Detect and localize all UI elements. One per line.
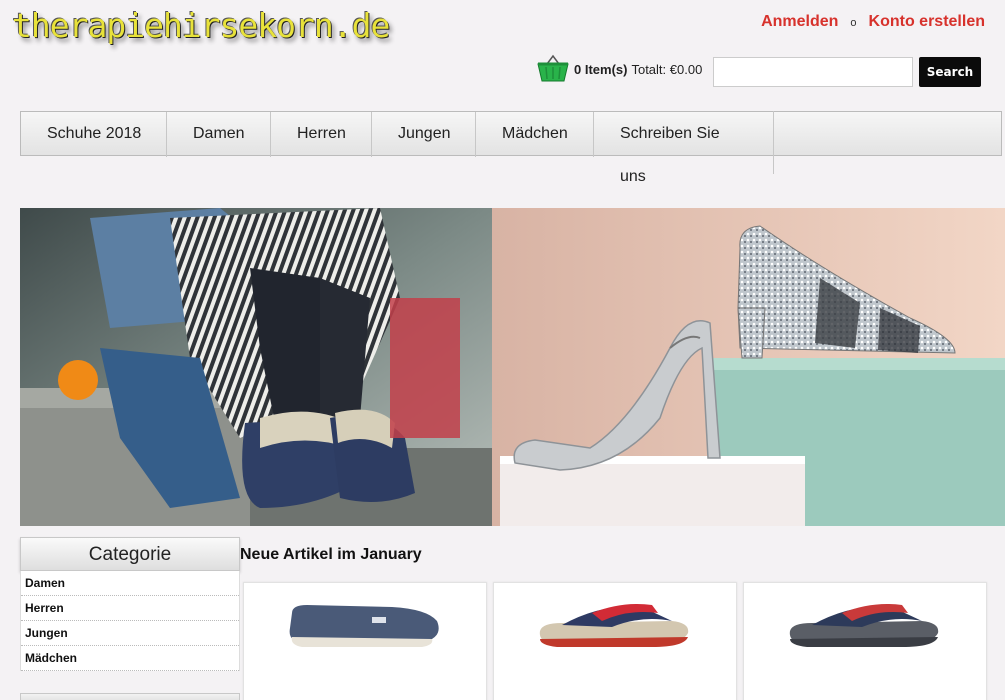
nav-item-jungen[interactable]: Jungen xyxy=(372,112,476,157)
category-list: Damen Herren Jungen Mädchen xyxy=(20,571,240,671)
product-image[interactable] xyxy=(782,593,942,653)
product-card[interactable] xyxy=(243,582,487,700)
cart-item-count[interactable]: 0 Item(s) xyxy=(574,62,627,77)
account-separator: o xyxy=(850,17,857,29)
product-card[interactable] xyxy=(493,582,737,700)
nav-item-maedchen[interactable]: Mädchen xyxy=(476,112,594,157)
basket-icon[interactable] xyxy=(536,54,570,84)
product-card[interactable] xyxy=(743,582,987,700)
category-item-damen[interactable]: Damen xyxy=(21,571,239,596)
nav-item-contact-label: Schreiben Sie xyxy=(620,125,720,142)
register-link[interactable]: Konto erstellen xyxy=(869,13,985,30)
product-image[interactable] xyxy=(532,593,692,653)
search-button[interactable]: Search xyxy=(919,57,981,87)
category-item-jungen[interactable]: Jungen xyxy=(21,621,239,646)
nav-item-herren[interactable]: Herren xyxy=(271,112,372,157)
cart-total-label: Totalt: xyxy=(631,61,667,77)
cart-total-value: €0.00 xyxy=(669,61,703,77)
nav-divider xyxy=(773,111,774,174)
section-title: Neue Artikel im January xyxy=(240,546,422,563)
search-input[interactable] xyxy=(713,57,913,87)
category-box: Categorie Damen Herren Jungen Mädchen xyxy=(20,537,240,671)
sidebar-box-2 xyxy=(20,693,240,700)
category-title: Categorie xyxy=(20,537,240,571)
site-logo[interactable]: therapiehirsekorn.de xyxy=(12,6,390,45)
nav-item-schuhe-2018[interactable]: Schuhe 2018 xyxy=(21,112,167,157)
category-item-maedchen[interactable]: Mädchen xyxy=(21,646,239,671)
main-nav: Schuhe 2018 Damen Herren Jungen Mädchen … xyxy=(20,111,1002,157)
nav-item-contact-continued[interactable]: uns xyxy=(620,168,646,186)
account-links: Anmelden o Konto erstellen xyxy=(761,13,985,31)
nav-item-contact[interactable]: Schreiben Sie xyxy=(594,112,774,157)
cart-summary[interactable]: 0 Item(s) Totalt: €0.00 xyxy=(536,54,702,84)
nav-item-damen[interactable]: Damen xyxy=(167,112,271,157)
product-image[interactable] xyxy=(282,593,442,653)
category-item-herren[interactable]: Herren xyxy=(21,596,239,621)
banner-image xyxy=(20,208,1005,526)
hero-banner[interactable] xyxy=(20,208,1005,526)
login-link[interactable]: Anmelden xyxy=(761,13,838,30)
